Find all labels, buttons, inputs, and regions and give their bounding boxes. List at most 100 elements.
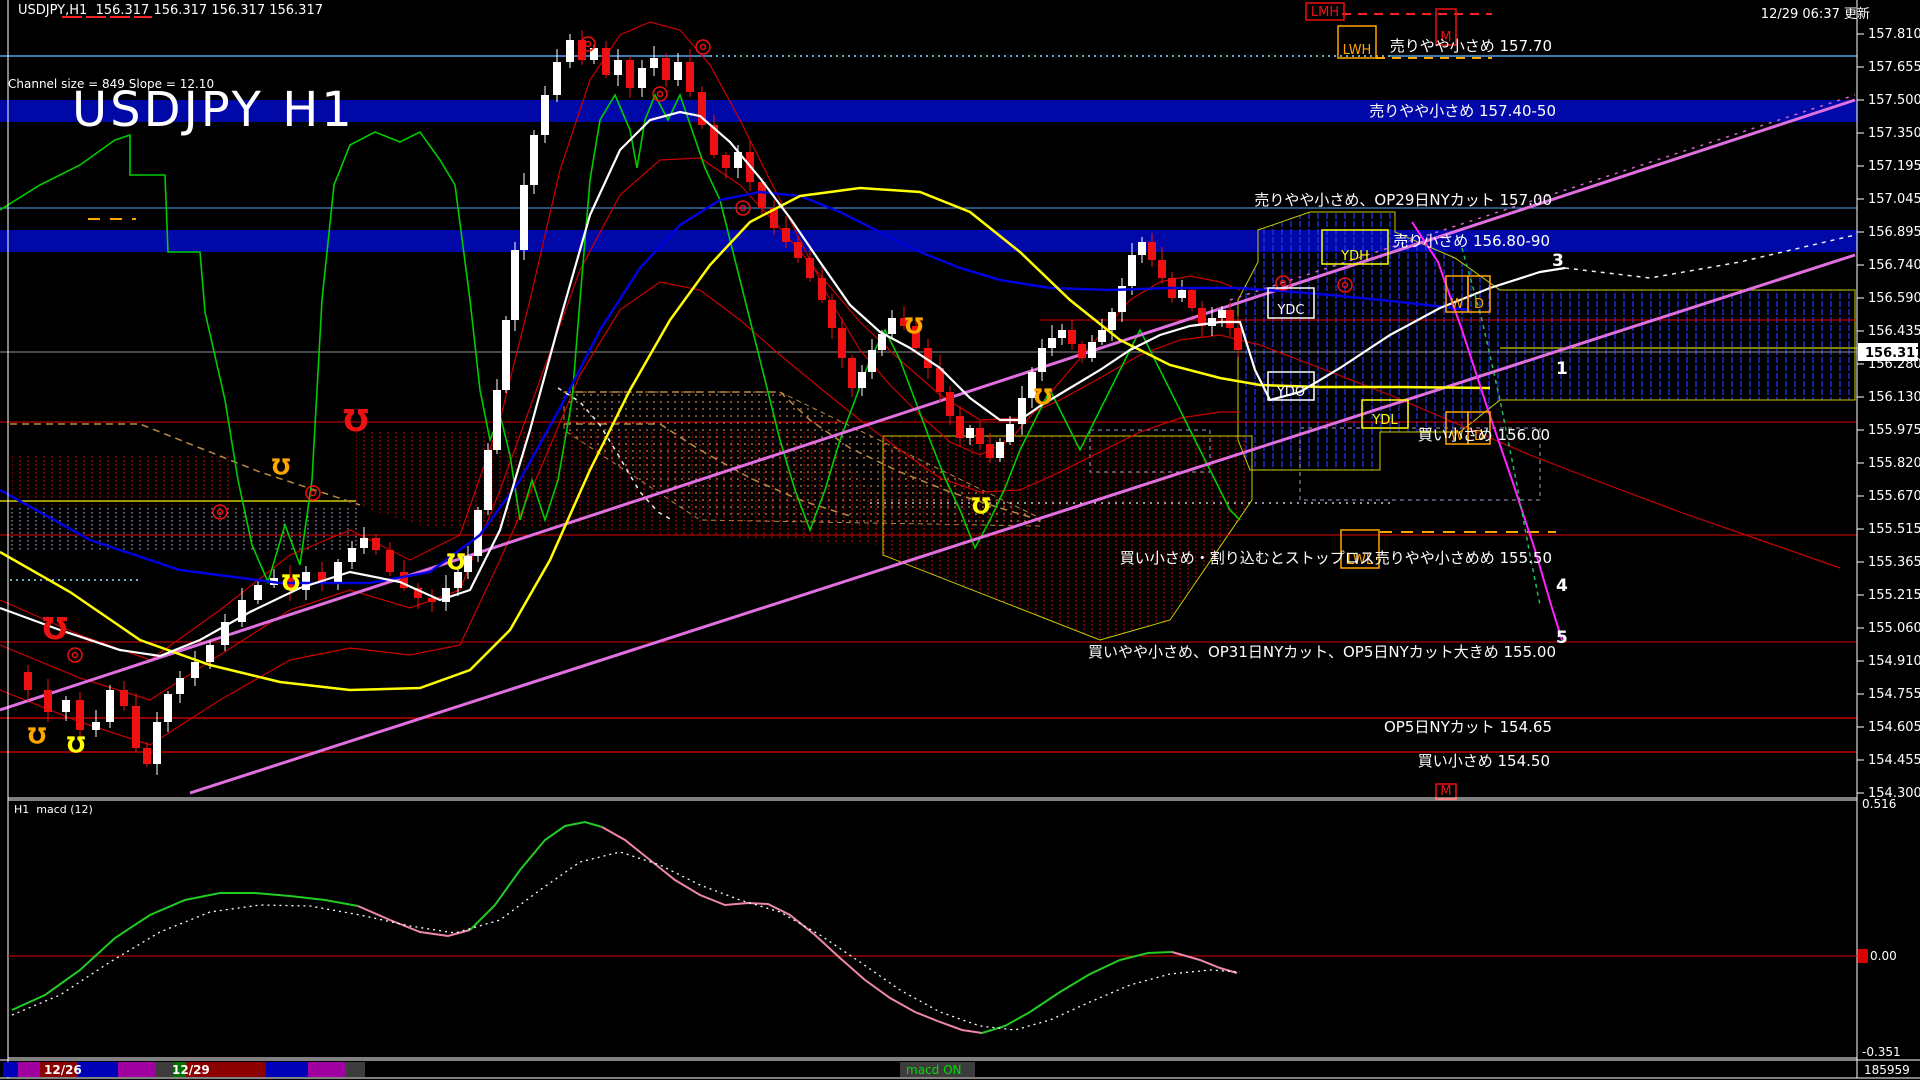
macd-label: H1 macd (12) — [14, 803, 93, 816]
candle-body — [686, 62, 694, 92]
candle-body — [386, 550, 394, 572]
price-annotation: 売りやや小さめ 157.40-50 — [1369, 102, 1556, 120]
cloud-red-mid — [356, 430, 883, 545]
candle-body — [553, 62, 561, 95]
signal-circle-icon — [695, 39, 711, 55]
axis-tick-label: 154.605 — [1868, 720, 1920, 735]
timeline-segment — [3, 1062, 18, 1077]
omega-mark-icon: Ω — [27, 721, 46, 746]
candle-body — [1218, 310, 1226, 318]
candle-body — [662, 58, 670, 80]
candle-body — [360, 538, 368, 548]
signal-circle-icon — [71, 651, 79, 659]
candle-body — [722, 155, 730, 168]
price-annotation: 売りやや小さめ、OP29日NYカット 157.00 — [1254, 191, 1552, 209]
candle-body — [868, 350, 876, 372]
macd-scale-label: 185959 — [1864, 1063, 1910, 1077]
macd-main-line — [1171, 951, 1238, 974]
axis-tick-label: 157.045 — [1868, 192, 1920, 207]
macd-on-toggle[interactable]: macd ON — [906, 1063, 962, 1077]
candle-body — [828, 300, 836, 328]
macd-main-line — [357, 905, 471, 938]
timeline-segment — [346, 1062, 365, 1077]
tag-box-m: M — [1435, 783, 1457, 800]
axis-tick-label: 155.215 — [1868, 588, 1920, 603]
timeline-date-label: 12/26 — [44, 1063, 82, 1077]
svg-text:LWH: LWH — [1343, 43, 1372, 58]
candle-body — [254, 585, 262, 600]
candle-body — [106, 690, 114, 722]
violet-channel-upper — [0, 98, 1856, 712]
candle-body — [1108, 312, 1116, 330]
candle-body — [566, 40, 574, 62]
axis-tick-label: 154.455 — [1868, 753, 1920, 768]
price-annotation: OP5日NYカット 154.65 — [1384, 718, 1552, 736]
macd-main-line — [601, 826, 983, 1034]
svg-text:D: D — [1474, 297, 1484, 312]
axis-tick-label: 156.590 — [1868, 291, 1920, 306]
omega-mark-icon: Ω — [42, 609, 68, 644]
candle-body — [1078, 344, 1086, 358]
omega-mark-icon: Ω — [1033, 382, 1052, 407]
axis-tick-label: 157.810 — [1868, 27, 1920, 42]
svg-text:YDH: YDH — [1340, 249, 1369, 264]
timeline-bar[interactable]: 12/26 12/29 macd ON — [0, 1059, 1920, 1079]
candle-body — [454, 572, 462, 588]
axis-tick-label: 154.910 — [1868, 654, 1920, 669]
timeline-segment — [308, 1062, 346, 1077]
candle-body — [626, 60, 634, 88]
axis-tick-label: 154.755 — [1868, 687, 1920, 702]
axis-tick-label: 156.895 — [1868, 225, 1920, 240]
omega-mark-icon: Ω — [971, 491, 990, 516]
candle-body — [1138, 242, 1146, 255]
candle-body — [946, 392, 954, 416]
price-annotation: 買い小さめ 154.50 — [1418, 752, 1550, 770]
band-156.80-90 — [0, 230, 1857, 252]
candle-body — [1038, 348, 1046, 372]
price-axis[interactable]: 157.810 157.655 157.500 157.350 157.195 157.0… — [1856, 0, 1920, 1078]
candle-body — [638, 68, 646, 88]
chart-canvas[interactable]: Ω ΩΩΩΩΩΩΩΩΩLMHMLWHYDHYDC W DYDOYDLW DLWLM売りや… — [0, 0, 1920, 1080]
svg-text:YDL: YDL — [1371, 413, 1398, 428]
candle-body — [1226, 310, 1234, 328]
omega-mark-icon: Ω — [66, 730, 85, 755]
svg-text:W: W — [1451, 297, 1464, 312]
candle-body — [164, 694, 172, 722]
candle-body — [858, 372, 866, 388]
axis-tick-label: 156.435 — [1868, 324, 1920, 339]
candle-body — [143, 748, 151, 764]
axis-tick-label: 155.820 — [1868, 456, 1920, 471]
candle-body — [493, 390, 501, 450]
candle-body — [1098, 330, 1106, 342]
macd-main-line — [469, 820, 603, 931]
candle-body — [530, 135, 538, 185]
macd-main-line — [981, 951, 1173, 1034]
candle-body — [1158, 260, 1166, 278]
candle-body — [120, 690, 128, 706]
axis-tick-label: 157.500 — [1868, 93, 1920, 108]
axis-tick-label: 155.365 — [1868, 555, 1920, 570]
candle-body — [1006, 424, 1014, 442]
axis-tick-label: 156.130 — [1868, 390, 1920, 405]
candle-body — [996, 442, 1004, 458]
candle-body — [1148, 242, 1156, 260]
candle-body — [132, 706, 140, 748]
update-time: 12/29 06:37 更新 — [1760, 7, 1870, 22]
price-annotation: 売りやや小さめ 157.70 — [1390, 37, 1552, 55]
candle-body — [44, 690, 52, 712]
macd-scale-label: 0.516 — [1862, 797, 1896, 811]
macd-scale-label: 0.00 — [1870, 949, 1897, 963]
signal-circle-icon — [699, 43, 707, 51]
omega-mark-icon: Ω — [343, 401, 369, 436]
tag-box-lwh: LWH — [1337, 25, 1377, 59]
candle-body — [986, 444, 994, 458]
candle-body — [1234, 328, 1242, 350]
candle-body — [176, 678, 184, 694]
axis-tick-label: 155.060 — [1868, 621, 1920, 636]
tag-box-lmh: LMH — [1305, 2, 1345, 21]
candle-body — [511, 250, 519, 320]
mt4-chart-window[interactable]: Ω Ω Ω Ω Ω Ω Ω Ω Ω Ω LMH M LWH YDH YDC W D YDO YDL W D LWL M 売りや… — [0, 0, 1920, 1080]
macd-panel: 0.516 0.00 -0.351 185959 — [7, 797, 1910, 1077]
signal-circle-icon — [656, 90, 664, 98]
candle-body — [838, 328, 846, 358]
